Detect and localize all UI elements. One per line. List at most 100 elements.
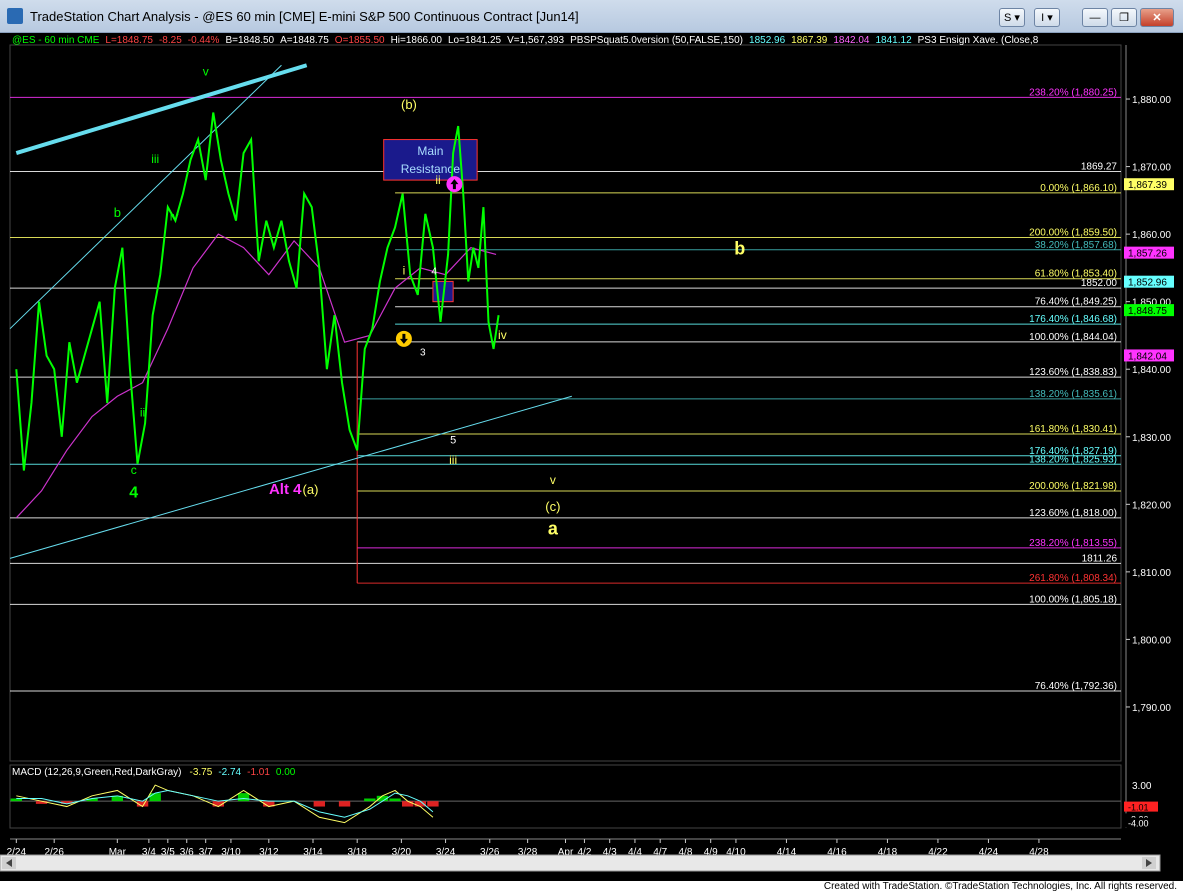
wave-label: (a) [303,482,319,497]
price-tag-label: 1,867.39 [1128,180,1167,191]
wave-label: iv [170,210,179,224]
legend-item: 1852.96 [749,35,786,46]
macd-histogram-bar [313,801,325,807]
macd-tag-label: -4.00 [1128,819,1149,829]
price-tag-label: 1,857.26 [1128,249,1167,260]
title-bar: TradeStation Chart Analysis - @ES 60 min… [0,0,1183,33]
chart-area[interactable]: @ES - 60 min CME L=1848.75 -8.25 -0.44% B=18… [0,33,1183,881]
resistance-label-main: Main [417,144,443,158]
legend-item: B=1848.50 [225,35,274,46]
wave-label: iii [449,453,457,467]
up-arrow-icon [446,176,463,193]
footer-copyright: Created with TradeStation. ©TradeStation… [823,881,1177,892]
wave-label: 4 [431,267,437,278]
macd-value: -2.74 [218,767,241,778]
fib-level-label: 76.40% (1,792.36) [1035,681,1117,692]
macd-value: 0.00 [276,767,296,778]
price-chart[interactable]: @ES - 60 min CME L=1848.75 -8.25 -0.44% B=18… [0,33,1183,881]
fib-level-label: 261.80% (1,808.34) [1029,573,1117,584]
legend-item: O=1855.50 [335,35,385,46]
legend-item: 1842.04 [833,35,870,46]
wave-label: iii [151,152,159,166]
fib-level-label: 138.20% (1,835.61) [1029,389,1117,400]
restore-button[interactable]: ❐ [1111,8,1137,27]
price-tag-label: 1,852.96 [1128,278,1167,289]
wave-label: (c) [545,499,560,514]
legend-item: -8.25 [159,35,182,46]
fib-level-label: 200.00% (1,859.50) [1029,228,1117,239]
wave-label: (b) [401,97,417,112]
macd-histogram-bar [237,793,250,802]
fib-level-label: 238.20% (1,880.25) [1029,87,1117,98]
legend-item: 1867.39 [791,35,828,46]
fib-level-label: 238.20% (1,813.55) [1029,538,1117,549]
price-axis-tick-label: 1,820.00 [1132,500,1171,511]
i-menu-button[interactable]: I ▾ [1034,8,1060,27]
fib-level-label: 0.00% (1,866.10) [1040,183,1117,194]
wave-label: ii [140,406,145,420]
price-panel-frame [9,44,1122,762]
wave-label: v [550,473,556,487]
price-axis-tick-label: 1,840.00 [1132,365,1171,376]
price-tag-label: 1,848.75 [1128,306,1167,317]
minimize-button[interactable]: — [1082,8,1108,27]
legend-item: L=1848.75 [105,35,153,46]
macd-histogram-bar [389,798,401,802]
legend-item: -0.44% [188,35,220,46]
moving-average-line [15,233,497,519]
price-axis-tick-label: 1,860.00 [1132,230,1171,241]
legend-item: 1841.12 [875,35,912,46]
close-button[interactable]: ✕ [1140,8,1174,27]
wave-label: iv [498,328,507,342]
price-axis-tick-label: 1,810.00 [1132,568,1171,579]
fib-level-label: 176.40% (1,846.68) [1029,314,1117,325]
wave-label: Alt 4 [269,481,302,498]
price-tag-label: 1,842.04 [1128,351,1167,362]
macd-legend: MACD (12,26,9,Green,Red,DarkGray) [12,767,182,778]
macd-histogram-bar [364,798,376,802]
wave-label: i [403,264,406,278]
legend-item: PS3 Ensign Xave. (Close,8 [918,35,1039,46]
macd-histogram-bar [402,801,414,807]
down-arrow-icon [395,330,412,347]
wave-label: 5 [450,435,456,447]
wave-label: 4 [129,485,138,502]
macd-histogram-bar [338,801,351,807]
wave-label: b [114,205,121,220]
fib-level-label: 1852.00 [1081,278,1118,289]
horizontal-scrollbar[interactable] [0,854,1161,872]
legend-item: Hi=1866.00 [391,35,443,46]
wave-label: b [734,238,745,258]
fib-level-label: 1811.26 [1082,553,1118,564]
macd-axis-tick-label: 3.00 [1132,781,1152,792]
wave-label: c [131,463,137,477]
wave-label: ii [435,173,440,187]
wave-label: 3 [420,348,426,359]
trendline-lower-trendline [9,395,572,559]
footer: Created with TradeStation. ©TradeStation… [0,881,1183,893]
window-title: TradeStation Chart Analysis - @ES 60 min… [30,9,579,24]
wave-label: i [126,328,129,342]
fib-level-label: 138.20% (1,825.93) [1029,454,1117,465]
tradestation-app-icon [7,8,23,24]
price-axis-tick-label: 1,830.00 [1132,433,1171,444]
legend-item: A=1848.75 [280,35,329,46]
fib-level-label: 76.40% (1,849.25) [1035,297,1117,308]
fib-level-label: 161.80% (1,830.41) [1029,424,1117,435]
macd-signal-line [16,789,434,818]
fib-level-label: 100.00% (1,844.04) [1029,332,1117,343]
trendline-thick-top-line [15,63,308,155]
fib-level-label: 200.00% (1,821.98) [1029,481,1117,492]
fib-level-label: 1869.27 [1081,162,1118,173]
macd-value: -1.01 [247,767,270,778]
macd-histogram-bar [427,801,439,807]
price-axis-tick-label: 1,870.00 [1132,163,1171,174]
s-menu-button[interactable]: S ▾ [999,8,1025,27]
wave-label: a [548,519,559,539]
macd-tag-label: -1.01 [1128,803,1149,813]
legend-item: @ES - 60 min CME [12,35,100,46]
legend-item: PBSPSquat5.0version (50,FALSE,150) [570,35,743,46]
macd-histogram-bar [149,793,161,802]
macd-line [16,784,434,824]
fib-level-label: 123.60% (1,838.83) [1029,367,1117,378]
